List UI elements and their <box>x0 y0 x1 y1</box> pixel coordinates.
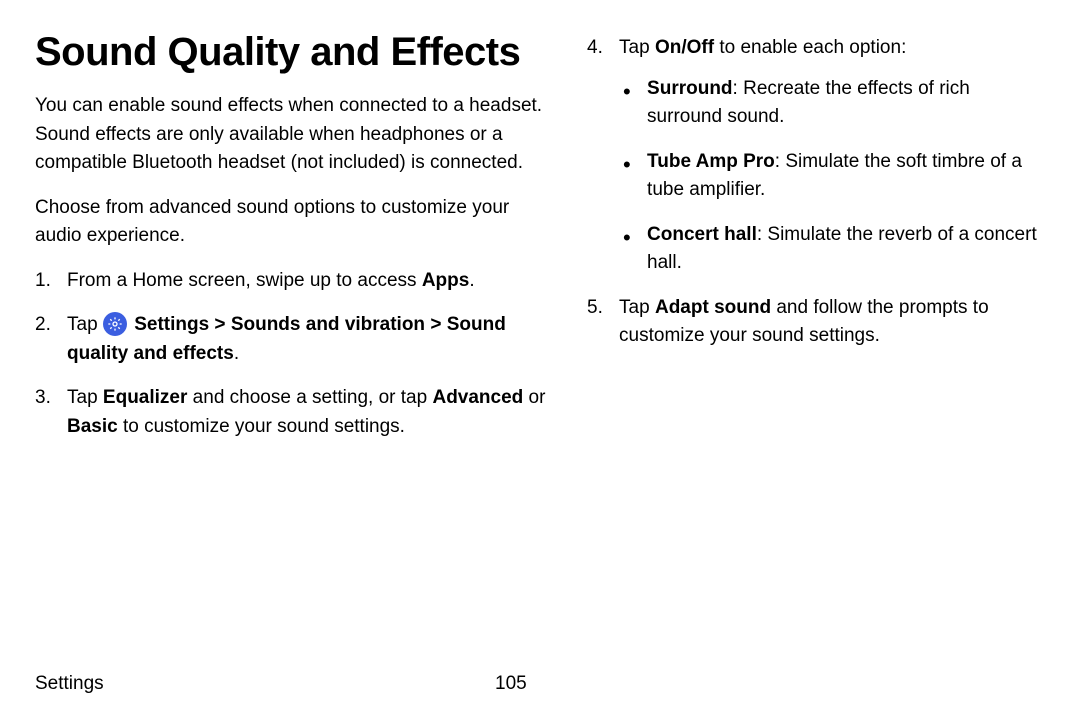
page-title: Sound Quality and Effects <box>35 30 547 74</box>
step-4-tap: Tap <box>619 37 655 58</box>
steps-list-left: From a Home screen, swipe up to access A… <box>35 267 547 442</box>
step-1-text-post: . <box>469 270 474 291</box>
options-list: Surround: Recreate the effects of rich s… <box>619 75 1040 278</box>
step-3-post: to customize your sound settings. <box>118 416 405 437</box>
step-2-sounds: Sounds and vibration <box>231 314 425 335</box>
option-tube-amp: Tube Amp Pro: Simulate the soft timbre o… <box>619 148 1040 205</box>
step-5-tap: Tap <box>619 297 655 318</box>
steps-list-right: Tap On/Off to enable each option: Surrou… <box>587 34 1040 351</box>
footer-page-number: 105 <box>495 673 527 695</box>
step-4: Tap On/Off to enable each option: Surrou… <box>587 34 1040 278</box>
step-2-gt2: > <box>425 314 447 335</box>
step-5-adapt: Adapt sound <box>655 297 771 318</box>
step-2-post: . <box>234 343 239 364</box>
step-5: Tap Adapt sound and follow the prompts t… <box>587 294 1040 351</box>
intro-paragraph-1: You can enable sound effects when connec… <box>35 92 547 178</box>
step-3-advanced: Advanced <box>432 387 523 408</box>
footer-section-label: Settings <box>35 673 495 695</box>
option-surround: Surround: Recreate the effects of rich s… <box>619 75 1040 132</box>
option-surround-title: Surround <box>647 78 733 99</box>
step-1-apps: Apps <box>422 270 470 291</box>
step-2-tap: Tap <box>67 314 103 335</box>
settings-icon <box>103 312 127 336</box>
step-3: Tap Equalizer and choose a setting, or t… <box>35 384 547 441</box>
step-3-equalizer: Equalizer <box>103 387 187 408</box>
step-4-onoff: On/Off <box>655 37 714 58</box>
step-3-mid1: and choose a setting, or tap <box>187 387 432 408</box>
option-concert-hall: Concert hall: Simulate the reverb of a c… <box>619 221 1040 278</box>
step-2-gt1: > <box>209 314 231 335</box>
step-3-or: or <box>523 387 545 408</box>
step-1-text-pre: From a Home screen, swipe up to access <box>67 270 422 291</box>
intro-paragraph-2: Choose from advanced sound options to cu… <box>35 194 547 251</box>
step-2-settings: Settings <box>134 314 209 335</box>
step-2: Tap Settings > Sounds and vibration > So… <box>35 311 547 368</box>
option-concert-hall-title: Concert hall <box>647 224 757 245</box>
page-footer: Settings 105 <box>35 673 1040 695</box>
step-3-tap: Tap <box>67 387 103 408</box>
step-4-post: to enable each option: <box>714 37 906 58</box>
step-3-basic: Basic <box>67 416 118 437</box>
step-1: From a Home screen, swipe up to access A… <box>35 267 547 296</box>
option-tube-amp-title: Tube Amp Pro <box>647 151 775 172</box>
